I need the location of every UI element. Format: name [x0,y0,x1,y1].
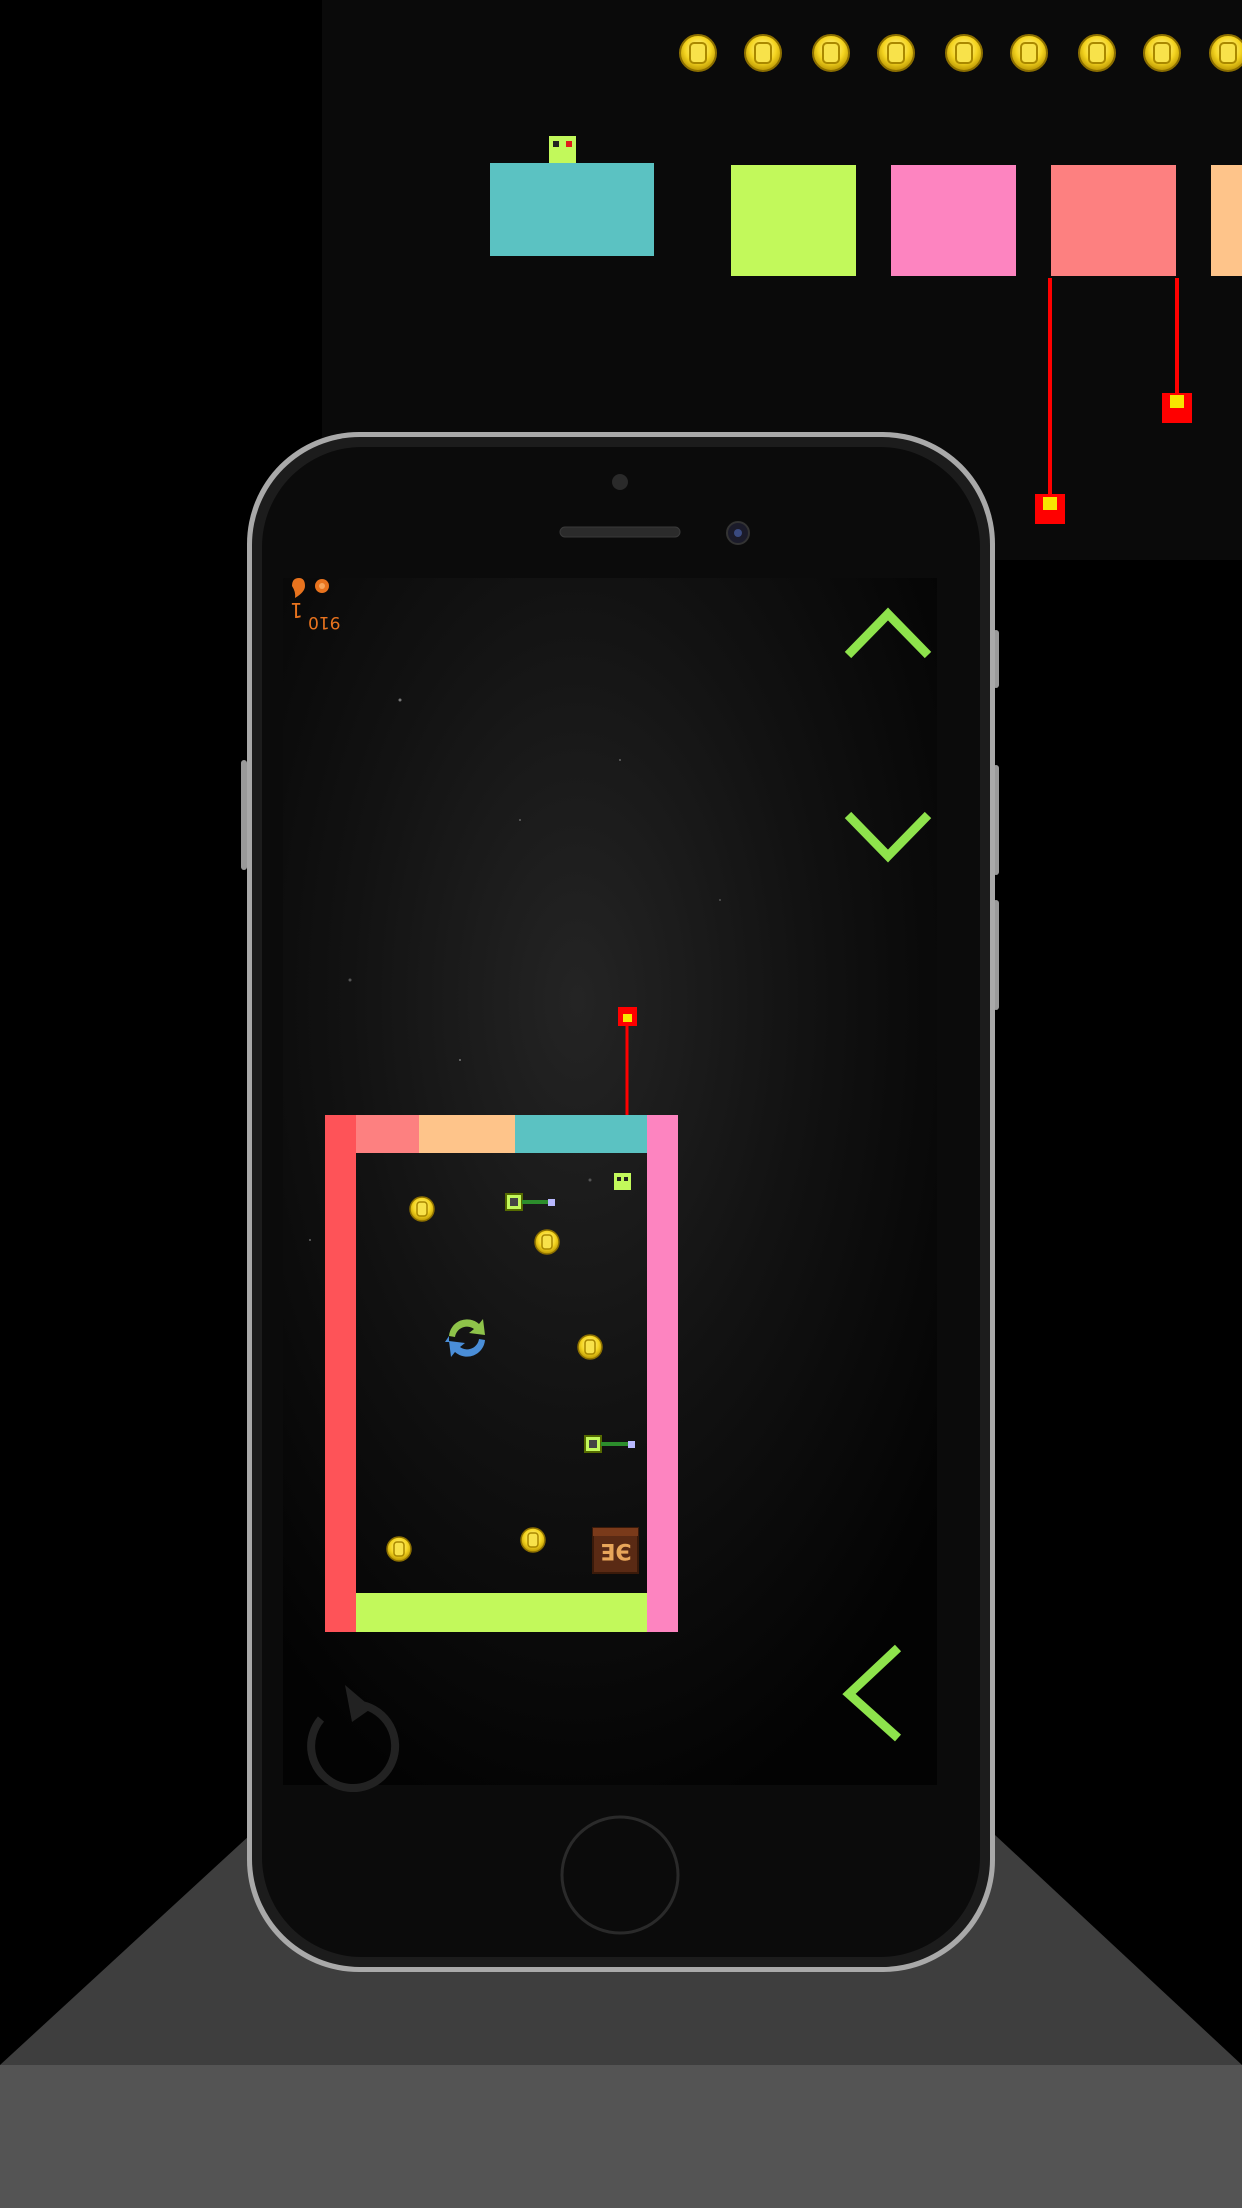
wall-left [325,1115,356,1632]
wall-bottom [356,1593,647,1632]
block-cyan [490,163,654,256]
wall-top-peach [419,1115,515,1153]
block-peach [1211,165,1242,276]
coin [744,34,782,72]
lives-count: 1 [290,598,303,622]
front-camera [612,474,628,490]
wall-top-cyan [515,1115,647,1153]
coin [877,34,915,72]
coin [1143,34,1181,72]
coin [1010,34,1048,72]
exit-door-label: ЭE [600,1538,631,1563]
coin [409,1196,435,1222]
block-lime [731,165,856,276]
coin [520,1527,546,1553]
coin-score: 910 [308,612,341,632]
coin [386,1536,412,1562]
coin [534,1229,560,1255]
top-coin-row [679,34,1242,72]
coin [1078,34,1116,72]
level-player [614,1173,631,1190]
coin [1209,34,1242,72]
wall-right [647,1115,678,1632]
coin [945,34,983,72]
floor [0,2065,1242,2208]
block-salmon [1051,165,1176,276]
exit-door: ЭE [592,1527,639,1574]
block-pink [891,165,1016,276]
home-button[interactable] [560,1815,680,1935]
coin [577,1334,603,1360]
game-scene: ЭE [0,0,1242,2208]
wall-top-salmon [356,1115,419,1153]
coin [812,34,850,72]
player-character [549,136,576,163]
coin [679,34,717,72]
speaker-grille [559,526,681,538]
